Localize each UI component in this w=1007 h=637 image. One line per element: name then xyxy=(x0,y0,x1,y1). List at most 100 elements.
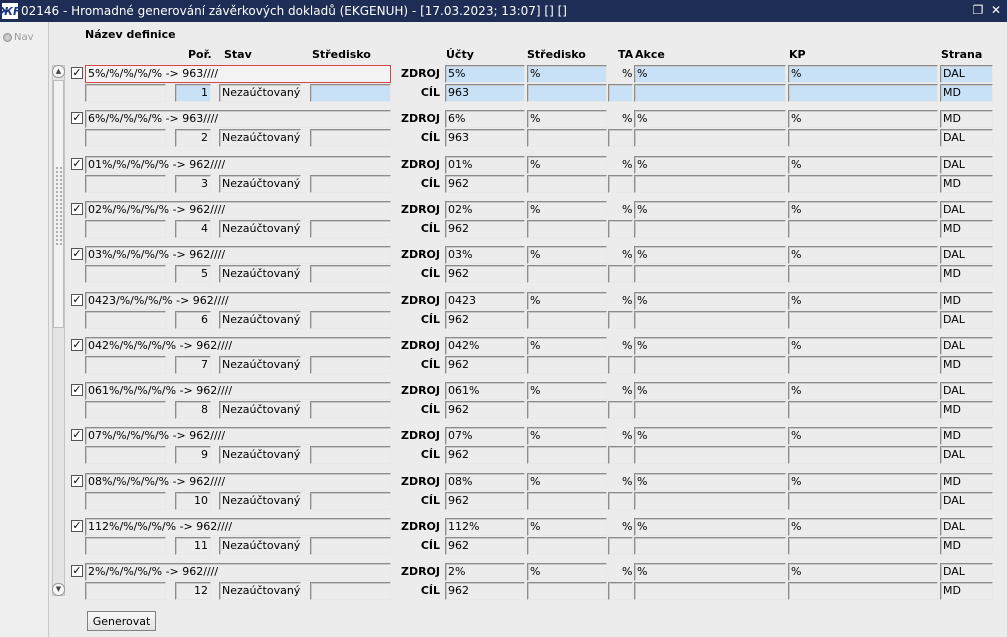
cil-ta-field[interactable] xyxy=(608,401,633,419)
zdroj-akce-field[interactable]: % xyxy=(634,518,786,536)
blank-field[interactable] xyxy=(85,356,166,374)
poradi-field[interactable]: 1 xyxy=(175,84,211,102)
zdroj-akce-field[interactable]: % xyxy=(634,427,786,445)
zdroj-akce-field[interactable]: % xyxy=(634,473,786,491)
cil-akce-field[interactable] xyxy=(634,220,786,238)
cil-ta-field[interactable] xyxy=(608,582,633,600)
row-checkbox[interactable]: ✓ xyxy=(71,158,83,170)
cil-stredisko-field[interactable] xyxy=(527,446,607,464)
blank-field[interactable] xyxy=(85,446,166,464)
cil-kp-field[interactable] xyxy=(788,446,938,464)
zdroj-stredisko-field[interactable]: % xyxy=(527,110,607,128)
stav-field[interactable]: Nezaúčtovaný xyxy=(219,220,301,238)
cil-ucet-field[interactable]: 962 xyxy=(445,311,525,329)
cil-kp-field[interactable] xyxy=(788,356,938,374)
stredisko-left-field[interactable] xyxy=(310,84,391,102)
cil-kp-field[interactable] xyxy=(788,129,938,147)
cil-kp-field[interactable] xyxy=(788,537,938,555)
cil-strana-field[interactable]: MD xyxy=(940,537,993,555)
stredisko-left-field[interactable] xyxy=(310,537,391,555)
zdroj-kp-field[interactable]: % xyxy=(788,156,938,174)
zdroj-ucet-field[interactable]: 6% xyxy=(445,110,525,128)
cil-ucet-field[interactable]: 962 xyxy=(445,446,525,464)
zdroj-akce-field[interactable]: % xyxy=(634,337,786,355)
stredisko-left-field[interactable] xyxy=(310,311,391,329)
zdroj-akce-field[interactable]: % xyxy=(634,246,786,264)
zdroj-ucet-field[interactable]: 5% xyxy=(445,65,525,83)
zdroj-strana-field[interactable]: MD xyxy=(940,427,993,445)
definition-name-field[interactable]: 6%/%/%/%/% -> 963//// xyxy=(85,110,391,128)
stredisko-left-field[interactable] xyxy=(310,446,391,464)
cil-stredisko-field[interactable] xyxy=(527,220,607,238)
stredisko-left-field[interactable] xyxy=(310,220,391,238)
zdroj-stredisko-field[interactable]: % xyxy=(527,473,607,491)
blank-field[interactable] xyxy=(85,175,166,193)
cil-stredisko-field[interactable] xyxy=(527,311,607,329)
zdroj-kp-field[interactable]: % xyxy=(788,518,938,536)
cil-ta-field[interactable] xyxy=(608,311,633,329)
definition-name-field[interactable]: 08%/%/%/%/% -> 962//// xyxy=(85,473,391,491)
zdroj-akce-field[interactable]: % xyxy=(634,292,786,310)
cil-stredisko-field[interactable] xyxy=(527,84,607,102)
zdroj-stredisko-field[interactable]: % xyxy=(527,337,607,355)
zdroj-ucet-field[interactable]: 08% xyxy=(445,473,525,491)
zdroj-strana-field[interactable]: MD xyxy=(940,473,993,491)
cil-akce-field[interactable] xyxy=(634,401,786,419)
zdroj-akce-field[interactable]: % xyxy=(634,201,786,219)
cil-ucet-field[interactable]: 963 xyxy=(445,129,525,147)
zdroj-ucet-field[interactable]: 01% xyxy=(445,156,525,174)
poradi-field[interactable]: 3 xyxy=(175,175,211,193)
definition-name-field[interactable]: 02%/%/%/%/% -> 962//// xyxy=(85,201,391,219)
row-checkbox[interactable]: ✓ xyxy=(71,294,83,306)
stredisko-left-field[interactable] xyxy=(310,492,391,510)
blank-field[interactable] xyxy=(85,537,166,555)
cil-strana-field[interactable]: MD xyxy=(940,401,993,419)
zdroj-kp-field[interactable]: % xyxy=(788,65,938,83)
stav-field[interactable]: Nezaúčtovaný xyxy=(219,446,301,464)
zdroj-kp-field[interactable]: % xyxy=(788,563,938,581)
cil-akce-field[interactable] xyxy=(634,129,786,147)
zdroj-akce-field[interactable]: % xyxy=(634,382,786,400)
close-icon[interactable]: ✕ xyxy=(989,3,1003,17)
zdroj-stredisko-field[interactable]: % xyxy=(527,246,607,264)
cil-strana-field[interactable]: DAL xyxy=(940,492,993,510)
poradi-field[interactable]: 12 xyxy=(175,582,211,600)
zdroj-kp-field[interactable]: % xyxy=(788,427,938,445)
cil-strana-field[interactable]: MD xyxy=(940,582,993,600)
cil-strana-field[interactable]: MD xyxy=(940,175,993,193)
stredisko-left-field[interactable] xyxy=(310,265,391,283)
row-checkbox[interactable]: ✓ xyxy=(71,475,83,487)
stredisko-left-field[interactable] xyxy=(310,401,391,419)
zdroj-ucet-field[interactable]: 03% xyxy=(445,246,525,264)
cil-akce-field[interactable] xyxy=(634,492,786,510)
poradi-field[interactable]: 5 xyxy=(175,265,211,283)
cil-stredisko-field[interactable] xyxy=(527,356,607,374)
zdroj-strana-field[interactable]: DAL xyxy=(940,246,993,264)
cil-akce-field[interactable] xyxy=(634,84,786,102)
poradi-field[interactable]: 7 xyxy=(175,356,211,374)
stav-field[interactable]: Nezaúčtovaný xyxy=(219,492,301,510)
cil-kp-field[interactable] xyxy=(788,311,938,329)
zdroj-stredisko-field[interactable]: % xyxy=(527,201,607,219)
cil-ta-field[interactable] xyxy=(608,537,633,555)
poradi-field[interactable]: 6 xyxy=(175,311,211,329)
zdroj-ucet-field[interactable]: 061% xyxy=(445,382,525,400)
blank-field[interactable] xyxy=(85,492,166,510)
restore-icon[interactable]: ❐ xyxy=(971,3,985,17)
stredisko-left-field[interactable] xyxy=(310,175,391,193)
row-checkbox[interactable]: ✓ xyxy=(71,520,83,532)
row-checkbox[interactable]: ✓ xyxy=(71,203,83,215)
cil-akce-field[interactable] xyxy=(634,446,786,464)
cil-akce-field[interactable] xyxy=(634,582,786,600)
stav-field[interactable]: Nezaúčtovaný xyxy=(219,582,301,600)
blank-field[interactable] xyxy=(85,401,166,419)
zdroj-akce-field[interactable]: % xyxy=(634,156,786,174)
stredisko-left-field[interactable] xyxy=(310,356,391,374)
cil-strana-field[interactable]: DAL xyxy=(940,129,993,147)
row-checkbox[interactable]: ✓ xyxy=(71,112,83,124)
poradi-field[interactable]: 10 xyxy=(175,492,211,510)
definition-name-field[interactable]: 061%/%/%/%/% -> 962//// xyxy=(85,382,391,400)
zdroj-stredisko-field[interactable]: % xyxy=(527,156,607,174)
zdroj-stredisko-field[interactable]: % xyxy=(527,65,607,83)
stredisko-left-field[interactable] xyxy=(310,129,391,147)
